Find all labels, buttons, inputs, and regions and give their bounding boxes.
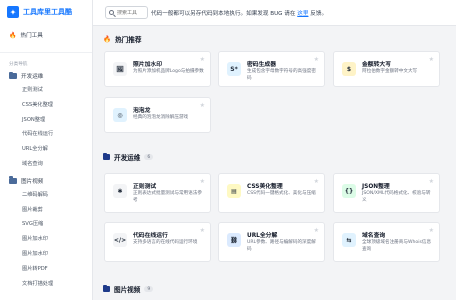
favorite-star-icon[interactable]: ★ <box>200 56 205 63</box>
sidebar-hot-tools[interactable]: 🔥 热门工具 <box>0 26 92 44</box>
fire-icon: 🔥 <box>9 31 17 39</box>
count-badge: 6 <box>144 154 154 160</box>
section-dev-header: 开发运维 6 <box>103 152 154 162</box>
tool-card[interactable]: ▤ CSS美化整理 CSS代码一键格式化、美化与压缩 ★ <box>218 173 325 213</box>
sidebar-category-media[interactable]: 图片视频 <box>0 174 92 188</box>
feedback-link[interactable]: 这里 <box>297 11 308 17</box>
tool-card-description: 支持多语言的在线代码运行环境 <box>133 240 198 245</box>
tool-card-description: 经典的泡泡龙消除解压游戏 <box>133 115 189 120</box>
tool-card[interactable]: ✱ 正则测试 正则表达式批量测试与常用语法参考 ★ <box>104 173 211 213</box>
tool-card-title: 密码生成器 <box>247 62 276 68</box>
tool-card-title: URL全分解 <box>247 233 278 239</box>
tool-card-title: JSON整理 <box>362 184 390 190</box>
tool-card-description: 阿拉伯数字金额转中文大写 <box>362 69 418 74</box>
tool-card-title: 照片加水印 <box>133 62 162 68</box>
folder-icon <box>9 71 17 79</box>
tool-card-title: 泡泡龙 <box>133 108 151 114</box>
sidebar-item-watermark[interactable]: 图片加水印 <box>0 232 92 247</box>
folder-icon <box>103 152 110 160</box>
tool-card[interactable]: ⇆ 域名查询 全球顶级域名注册商与Whois信息查询 ★ <box>333 222 440 262</box>
brand[interactable]: ✦ 工具库里工具酷 <box>0 0 92 24</box>
favorite-star-icon[interactable]: ★ <box>429 56 434 63</box>
tool-card[interactable]: ◎ 泡泡龙 经典的泡泡龙消除解压游戏 ★ <box>104 97 211 133</box>
sidebar-hot-label: 热门工具 <box>20 33 43 39</box>
tool-card-title: 金额转大写 <box>362 62 391 68</box>
section-title: 热门推荐 <box>115 36 142 44</box>
json-icon: {} <box>342 184 356 198</box>
tool-card-description: JSON/XML代码格式化、校验与转义 <box>362 191 431 203</box>
sidebar-item-qr-decode[interactable]: 二维码解码 <box>0 188 92 203</box>
sidebar-item-url[interactable]: URL全分解 <box>0 142 92 157</box>
tool-card-description: 生成包含字母数字符号的高强度密码 <box>247 69 316 81</box>
css-icon: ▤ <box>227 184 241 198</box>
notice-suffix: 反馈。 <box>310 10 328 17</box>
tool-card-description: 全球顶级域名注册商与Whois信息查询 <box>362 240 432 252</box>
favorite-star-icon[interactable]: ★ <box>200 102 205 109</box>
money-bag-icon: $ <box>342 62 356 76</box>
url-link-icon: ⛓ <box>227 233 241 247</box>
section-title: 图片视频 <box>114 286 141 294</box>
tool-card-description: 为照片添加机品牌Logo与拍摄参数 <box>133 69 204 74</box>
favorite-star-icon[interactable]: ★ <box>314 227 319 234</box>
fire-icon: 🔥 <box>103 35 112 43</box>
folder-icon <box>103 284 110 292</box>
code-run-icon: </> <box>113 233 127 247</box>
password-icon: S* <box>227 62 241 76</box>
favorite-star-icon[interactable]: ★ <box>200 178 205 185</box>
sidebar-item-svg[interactable]: SVG压缩 <box>0 217 92 232</box>
top-bar: 代码一般都可以另存代码到本地执行。如果发现 BUG 请在 这里 反馈。 <box>93 0 456 26</box>
tool-card-title: 正则测试 <box>133 184 157 190</box>
brand-title: 工具库里工具酷 <box>23 8 72 16</box>
tool-card-title: 域名查询 <box>362 233 386 239</box>
image-watermark-icon: 🖼 <box>113 62 127 76</box>
section-title: 开发运维 <box>114 154 141 162</box>
sidebar-item-watermark-2[interactable]: 图片加水印 <box>0 247 92 262</box>
count-badge: 9 <box>144 286 154 292</box>
sidebar-item-css[interactable]: CSS美化整理 <box>0 98 92 113</box>
sidebar-item-regex[interactable]: 正则测试 <box>0 83 92 98</box>
tool-card[interactable]: </> 代码在线运行 支持多语言的在线代码运行环境 ★ <box>104 222 211 262</box>
sidebar-item-crop[interactable]: 图片裁剪 <box>0 203 92 218</box>
search-input[interactable] <box>117 9 147 16</box>
section-hot-header: 🔥 热门推荐 <box>103 34 141 44</box>
tool-card[interactable]: S* 密码生成器 生成包含字母数字符号的高强度密码 ★ <box>218 51 325 87</box>
search-box[interactable] <box>105 6 148 19</box>
notice-prefix: 代码一般都可以另存代码到本地执行。如果发现 BUG 请在 <box>151 10 296 17</box>
folder-icon <box>9 176 17 184</box>
favorite-star-icon[interactable]: ★ <box>314 178 319 185</box>
favorite-star-icon[interactable]: ★ <box>429 227 434 234</box>
sidebar-item-domain[interactable]: 域名查询 <box>0 157 92 172</box>
bubble-game-icon: ◎ <box>113 108 127 122</box>
tool-card[interactable]: $ 金额转大写 阿拉伯数字金额转中文大写 ★ <box>333 51 440 87</box>
section-media-header: 图片视频 9 <box>103 284 154 294</box>
sidebar-item-json[interactable]: JSON整理 <box>0 113 92 128</box>
tool-card-description: URL参数、路径与编解码的深度解码 <box>247 240 316 252</box>
tool-card-description: CSS代码一键格式化、美化与压缩 <box>247 191 316 196</box>
favorite-star-icon[interactable]: ★ <box>200 227 205 234</box>
favorite-star-icon[interactable]: ★ <box>429 178 434 185</box>
notice-text: 代码一般都可以另存代码到本地执行。如果发现 BUG 请在 这里 反馈。 <box>151 9 327 17</box>
tool-card-title: 代码在线运行 <box>133 233 168 239</box>
main-content: 🔥 热门推荐 🖼 照片加水印 为照片添加机品牌Logo与拍摄参数 ★ S* 密码生成器 生成… <box>93 27 456 300</box>
sidebar-item-img-pdf[interactable]: 图片转PDF <box>0 262 92 277</box>
sidebar-item-code-run[interactable]: 代码在线运行 <box>0 127 92 142</box>
sidebar-item-doc-scan[interactable]: 文档打描处理 <box>0 277 92 292</box>
sidebar-category-dev[interactable]: 开发运维 <box>0 69 92 83</box>
sidebar-section-label: 分类导航 <box>9 62 28 67</box>
sidebar: ✦ 工具库里工具酷 🔥 热门工具 分类导航 开发运维 正则测试 CSS美化整理 … <box>0 0 93 300</box>
tool-card-title: CSS美化整理 <box>247 184 283 190</box>
search-icon <box>109 10 114 15</box>
sidebar-category-label: 开发运维 <box>21 74 44 80</box>
tool-card-description: 正则表达式批量测试与常用语法参考 <box>133 191 202 203</box>
logo-icon: ✦ <box>7 6 19 18</box>
domain-icon: ⇆ <box>342 233 356 247</box>
tool-card[interactable]: 🖼 照片加水印 为照片添加机品牌Logo与拍摄参数 ★ <box>104 51 211 87</box>
tool-card[interactable]: {} JSON整理 JSON/XML代码格式化、校验与转义 ★ <box>333 173 440 213</box>
regex-icon: ✱ <box>113 184 127 198</box>
divider <box>0 52 92 53</box>
sidebar-category-label: 图片视频 <box>21 178 44 185</box>
tool-card[interactable]: ⛓ URL全分解 URL参数、路径与编解码的深度解码 ★ <box>218 222 325 262</box>
favorite-star-icon[interactable]: ★ <box>314 56 319 63</box>
